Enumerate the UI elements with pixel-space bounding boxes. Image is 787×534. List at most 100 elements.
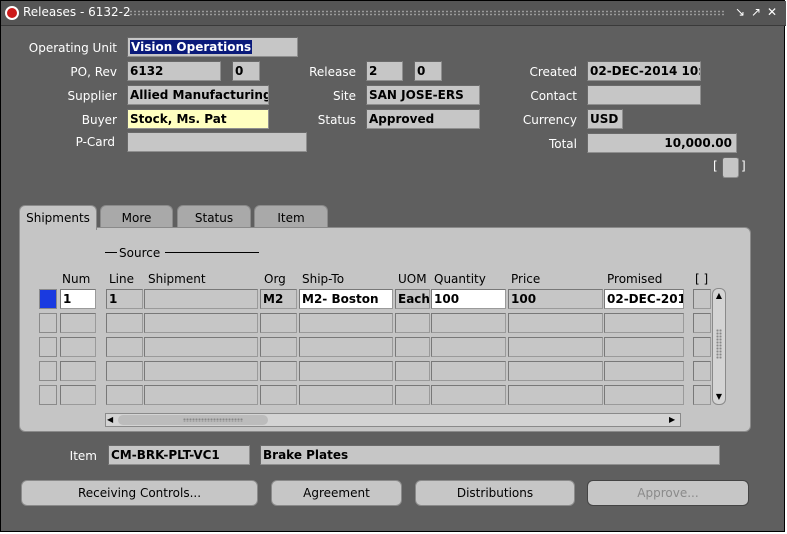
empty-grid-cell[interactable] — [395, 361, 430, 381]
empty-grid-cell[interactable] — [260, 385, 297, 405]
empty-grid-cell[interactable] — [144, 313, 258, 333]
release-number-field[interactable]: 2 — [366, 61, 403, 81]
empty-grid-cell[interactable] — [693, 337, 711, 357]
release-revision-field[interactable]: 0 — [414, 61, 442, 81]
empty-grid-cell[interactable] — [431, 337, 506, 357]
empty-grid-cell[interactable] — [144, 361, 258, 381]
releases-window: Releases - 6132-2 ↘ ↗ ✕ Operating Unit P… — [0, 0, 786, 532]
empty-grid-cell[interactable] — [60, 337, 96, 357]
column-header-ship-to: Ship-To — [302, 272, 345, 286]
source-group-line-left — [105, 252, 117, 253]
empty-grid-cell[interactable] — [395, 313, 430, 333]
empty-grid-cell[interactable] — [299, 361, 393, 381]
empty-grid-cell[interactable] — [299, 337, 393, 357]
empty-grid-cell[interactable] — [693, 385, 711, 405]
row-selector-current[interactable] — [39, 289, 57, 309]
item-code-field[interactable]: CM-BRK-PLT-VC1 — [108, 445, 250, 465]
empty-grid-cell[interactable] — [395, 337, 430, 357]
empty-grid-cell[interactable] — [106, 361, 143, 381]
empty-grid-cell[interactable] — [431, 361, 506, 381]
agreement-button[interactable]: Agreement — [271, 480, 402, 506]
empty-grid-cell[interactable] — [508, 361, 603, 381]
row-selector[interactable] — [39, 385, 57, 405]
empty-grid-cell[interactable] — [431, 385, 506, 405]
row-selector[interactable] — [39, 313, 57, 333]
created-label: Created — [529, 65, 578, 79]
buyer-label: Buyer — [81, 113, 117, 127]
line-cell[interactable]: 1 — [106, 289, 143, 309]
empty-grid-cell[interactable] — [299, 313, 393, 333]
folder-cell[interactable] — [693, 289, 711, 309]
empty-grid-cell[interactable] — [260, 313, 297, 333]
tab-more[interactable]: More — [100, 205, 173, 229]
row-selector[interactable] — [39, 361, 57, 381]
status-field[interactable]: Approved — [366, 109, 480, 129]
promised-cell[interactable]: 02-DEC-2014 — [604, 289, 684, 309]
empty-grid-cell[interactable] — [260, 361, 297, 381]
approve-button[interactable]: Approve... — [587, 480, 749, 506]
scroll-up-icon[interactable]: ▲ — [714, 291, 724, 301]
row-selector[interactable] — [39, 337, 57, 357]
title-bar[interactable]: Releases - 6132-2 ↘ ↗ ✕ — [1, 1, 786, 26]
empty-grid-cell[interactable] — [693, 361, 711, 381]
org-cell[interactable]: M2 — [260, 289, 297, 309]
quantity-cell[interactable]: 100 — [431, 289, 506, 309]
empty-grid-cell[interactable] — [508, 313, 603, 333]
horizontal-scrollbar[interactable]: ◀ ▶ — [105, 413, 681, 427]
vertical-scrollbar[interactable]: ▲ ▼ — [712, 288, 726, 405]
po-revision-field[interactable]: 0 — [232, 61, 260, 81]
supplier-field[interactable]: Allied Manufacturing — [127, 85, 269, 105]
price-cell[interactable]: 100 — [508, 289, 603, 309]
scroll-thumb-grip[interactable] — [716, 329, 722, 359]
item-description-field[interactable]: Brake Plates — [260, 445, 720, 465]
maximize-icon[interactable]: ↗ — [749, 5, 763, 20]
source-group-line-right — [165, 252, 259, 253]
empty-grid-cell[interactable] — [60, 361, 96, 381]
empty-grid-cell[interactable] — [604, 337, 684, 357]
empty-grid-cell[interactable] — [508, 385, 603, 405]
scroll-right-icon[interactable]: ▶ — [669, 414, 679, 426]
empty-grid-cell[interactable] — [106, 313, 143, 333]
tab-item[interactable]: Item — [254, 205, 328, 229]
scroll-thumb[interactable] — [118, 415, 268, 425]
buyer-field[interactable]: Stock, Ms. Pat — [127, 109, 269, 129]
empty-grid-cell[interactable] — [604, 361, 684, 381]
total-field[interactable]: 10,000.00 — [587, 133, 737, 153]
uom-cell[interactable]: Each — [395, 289, 430, 309]
empty-grid-cell[interactable] — [693, 313, 711, 333]
created-field[interactable]: 02-DEC-2014 10:01 — [587, 61, 701, 81]
ship-to-cell[interactable]: M2- Boston — [299, 289, 393, 309]
empty-grid-cell[interactable] — [260, 337, 297, 357]
empty-grid-cell[interactable] — [60, 385, 96, 405]
empty-grid-cell[interactable] — [144, 337, 258, 357]
minimize-icon[interactable]: ↘ — [733, 5, 747, 20]
empty-grid-cell[interactable] — [431, 313, 506, 333]
tab-status[interactable]: Status — [177, 205, 251, 229]
site-field[interactable]: SAN JOSE-ERS — [366, 85, 480, 105]
currency-field[interactable]: USD — [587, 109, 623, 129]
num-cell[interactable]: 1 — [60, 289, 96, 309]
po-number-field[interactable]: 6132 — [127, 61, 221, 81]
scroll-left-icon[interactable]: ◀ — [107, 414, 117, 426]
empty-grid-cell[interactable] — [395, 385, 430, 405]
descriptive-flexfield-button[interactable] — [722, 157, 739, 178]
empty-grid-cell[interactable] — [604, 385, 684, 405]
empty-grid-cell[interactable] — [508, 337, 603, 357]
scroll-down-icon[interactable]: ▼ — [714, 392, 724, 402]
contact-field[interactable] — [587, 85, 701, 105]
empty-grid-cell[interactable] — [106, 337, 143, 357]
column-header-line: Line — [109, 272, 135, 286]
receiving-controls-button[interactable]: Receiving Controls... — [21, 480, 258, 506]
distributions-button[interactable]: Distributions — [415, 480, 575, 506]
empty-grid-cell[interactable] — [60, 313, 96, 333]
site-label: Site — [332, 89, 356, 103]
close-icon[interactable]: ✕ — [765, 5, 779, 20]
operating-unit-field[interactable]: Vision Operations — [127, 37, 298, 57]
empty-grid-cell[interactable] — [299, 385, 393, 405]
shipment-cell[interactable] — [144, 289, 258, 309]
pcard-field[interactable] — [127, 132, 307, 152]
empty-grid-cell[interactable] — [144, 385, 258, 405]
tab-shipments[interactable]: Shipments — [19, 205, 97, 230]
empty-grid-cell[interactable] — [106, 385, 143, 405]
empty-grid-cell[interactable] — [604, 313, 684, 333]
